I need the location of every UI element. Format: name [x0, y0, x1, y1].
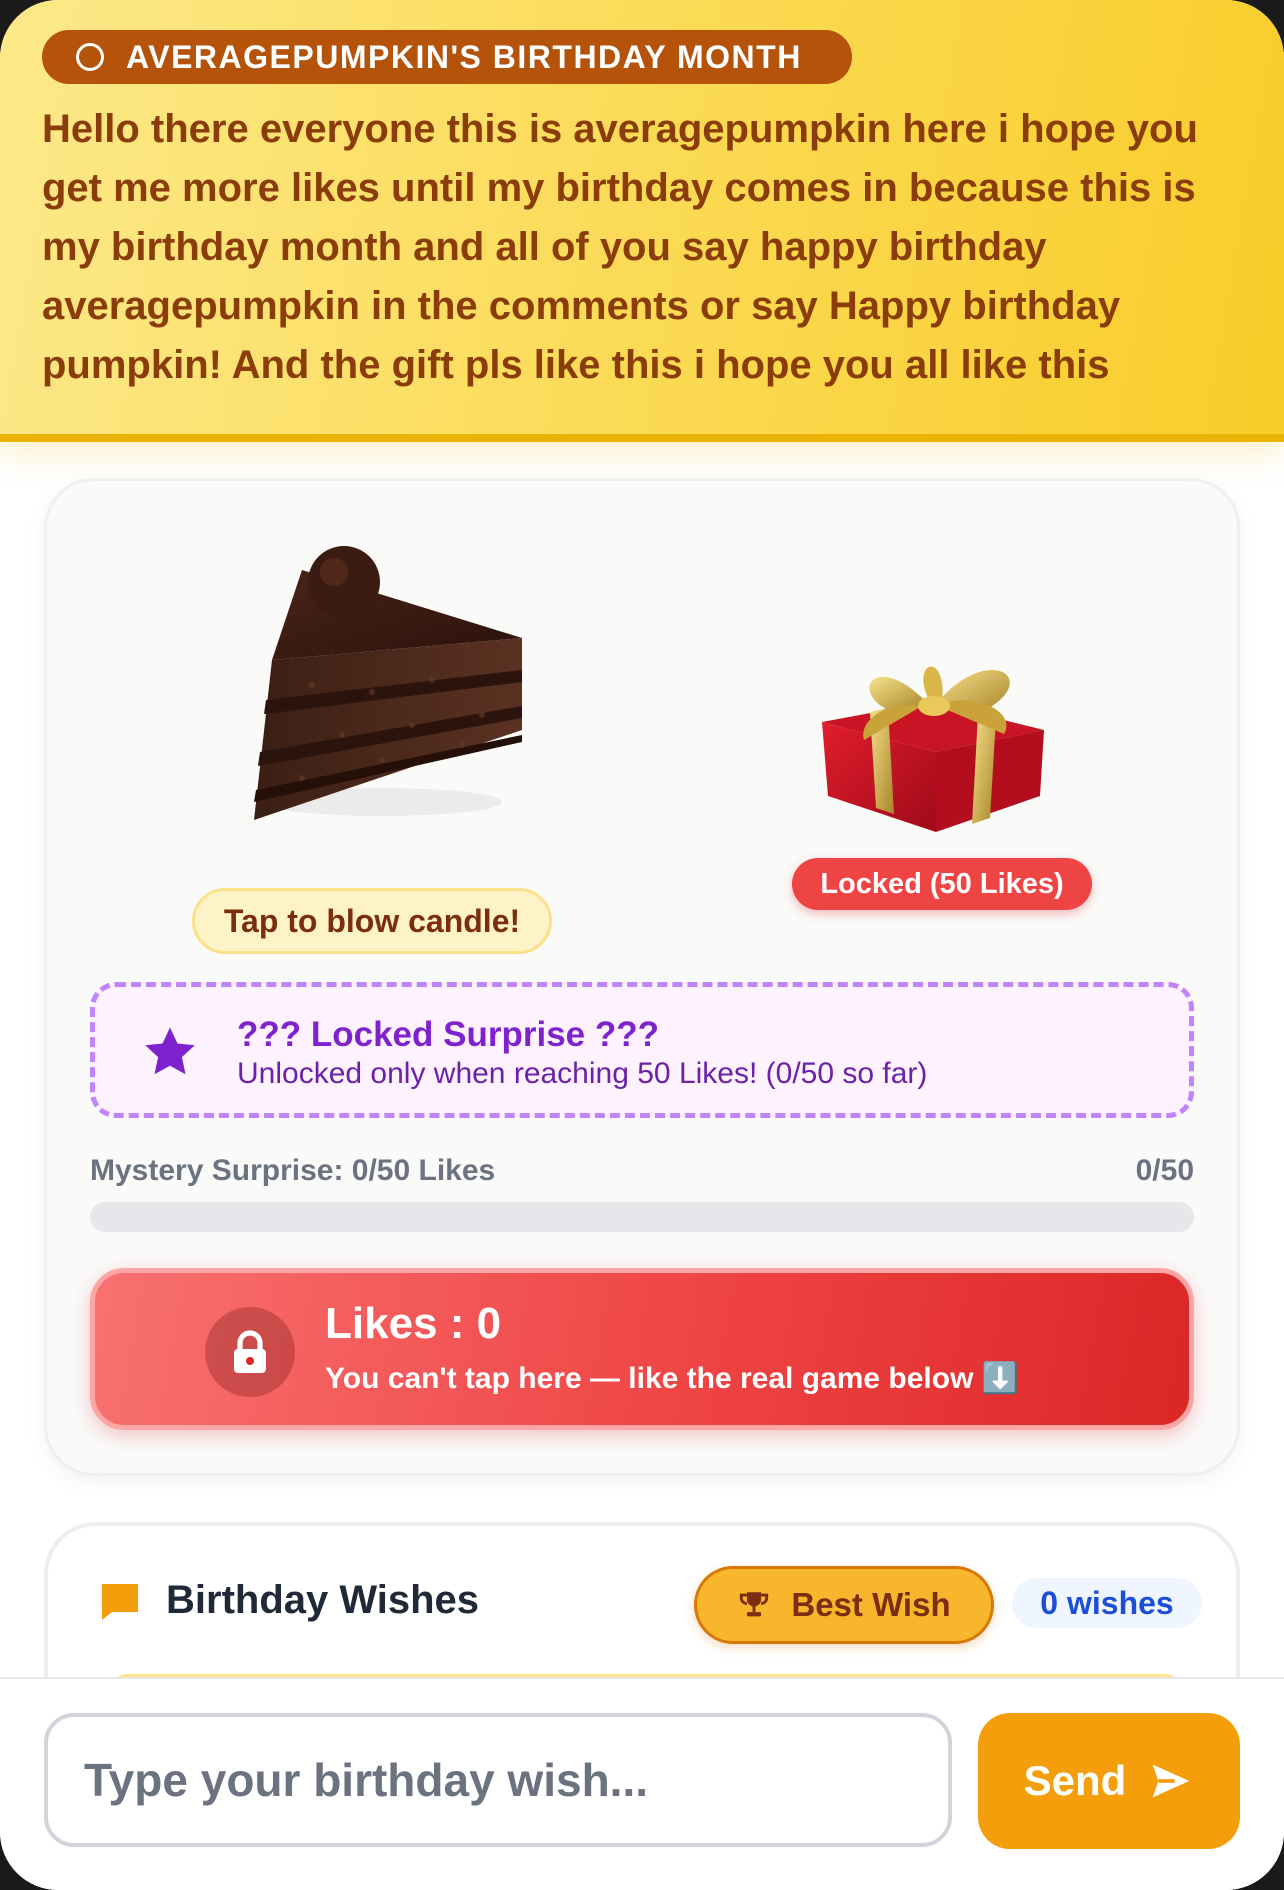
surprise-title: ??? Locked Surprise ??? — [237, 1015, 659, 1054]
chat-bubble-icon — [102, 1584, 138, 1620]
surprise-subtitle: Unlocked only when reaching 50 Likes! (0… — [237, 1057, 928, 1090]
announcement-banner: AVERAGEPUMPKIN'S BIRTHDAY MONTH Hello th… — [0, 0, 1284, 442]
wishes-title: Birthday Wishes — [166, 1578, 480, 1622]
blow-candle-hint[interactable]: Tap to blow candle! — [192, 888, 552, 954]
likes-count: Likes : 0 — [325, 1299, 502, 1348]
send-button[interactable]: Send — [978, 1713, 1240, 1849]
locked-surprise-box: ??? Locked Surprise ??? Unlocked only wh… — [90, 982, 1194, 1118]
app-screen: AVERAGEPUMPKIN'S BIRTHDAY MONTH Hello th… — [0, 0, 1284, 1890]
birthday-month-badge: AVERAGEPUMPKIN'S BIRTHDAY MONTH — [42, 30, 852, 84]
send-label: Send — [1023, 1757, 1127, 1804]
progress-label: Mystery Surprise: 0/50 Likes — [90, 1154, 496, 1187]
send-arrow-icon — [1153, 1764, 1190, 1798]
likes-hint: You can't tap here — like the real game … — [325, 1362, 1020, 1395]
wishes-count-badge: 0 wishes — [1012, 1578, 1202, 1628]
circle-icon — [76, 43, 104, 71]
gift-locked-badge: Locked (50 Likes) — [792, 858, 1092, 910]
best-wish-button[interactable]: Best Wish — [694, 1566, 994, 1644]
best-wish-label: Best Wish — [791, 1586, 951, 1623]
wish-composer: Send — [0, 1677, 1284, 1890]
cake-slice-image[interactable] — [232, 520, 532, 830]
progress-count: 0/50 — [1135, 1154, 1194, 1187]
trophy-icon — [740, 1592, 769, 1617]
gift-box-image — [818, 630, 1064, 840]
wish-input[interactable] — [44, 1713, 952, 1847]
star-icon — [145, 1027, 195, 1075]
announcement-message: Hello there everyone this is averagepump… — [42, 107, 1198, 387]
likes-button[interactable]: Likes : 0 You can't tap here — like the … — [90, 1268, 1194, 1430]
badge-label: AVERAGEPUMPKIN'S BIRTHDAY MONTH — [126, 38, 802, 75]
progress-bar — [90, 1202, 1194, 1232]
lock-icon — [205, 1307, 295, 1397]
